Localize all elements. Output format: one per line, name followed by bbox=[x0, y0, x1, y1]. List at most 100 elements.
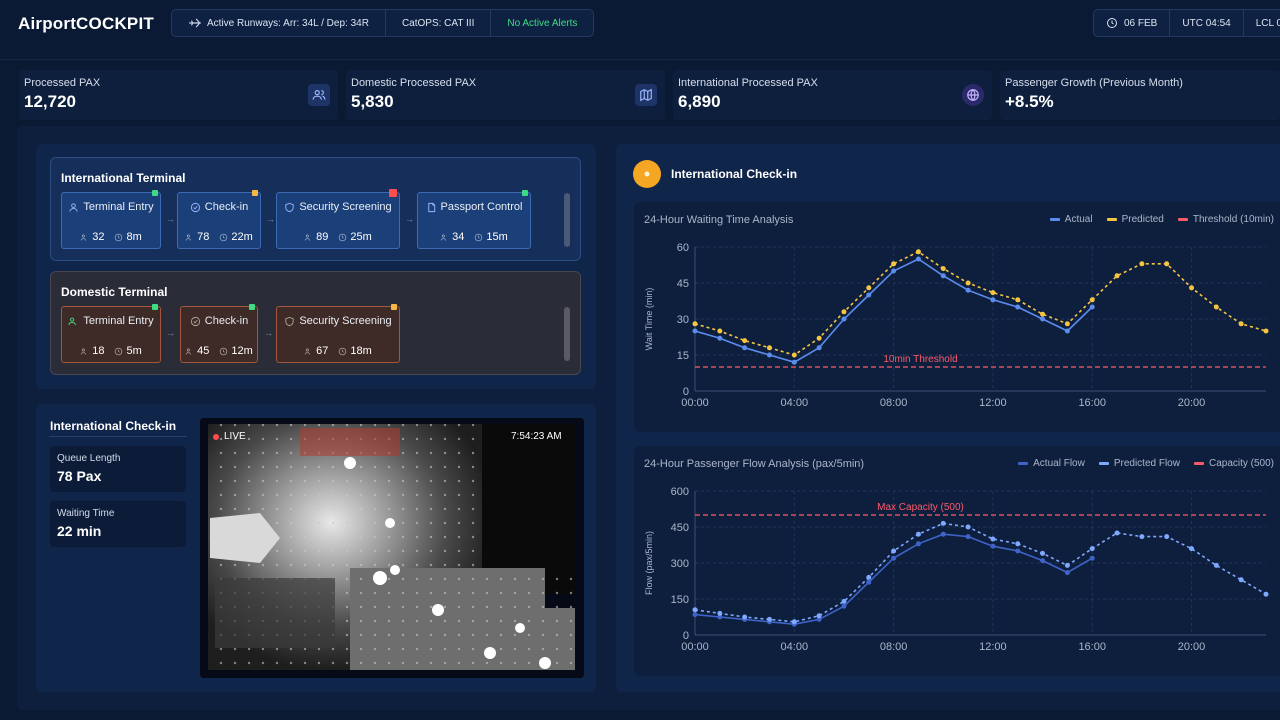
chart-title: 24-Hour Waiting Time Analysis bbox=[644, 214, 794, 226]
data-point[interactable] bbox=[816, 345, 822, 351]
data-point[interactable] bbox=[1213, 304, 1219, 310]
data-point[interactable] bbox=[1238, 321, 1244, 327]
data-point[interactable] bbox=[692, 607, 698, 613]
legend-item-actual-flow[interactable]: Actual Flow bbox=[1018, 458, 1085, 469]
data-point[interactable] bbox=[915, 249, 921, 255]
data-point[interactable] bbox=[742, 345, 748, 351]
data-point[interactable] bbox=[1089, 546, 1095, 552]
data-point[interactable] bbox=[1089, 555, 1095, 561]
wait-time-chart[interactable]: 01530456000:00 04:00 08:00 12:00 16:00 20:00W… bbox=[634, 202, 1280, 432]
data-point[interactable] bbox=[816, 335, 822, 341]
data-point[interactable] bbox=[692, 321, 698, 327]
data-point[interactable] bbox=[1139, 261, 1145, 267]
data-point[interactable] bbox=[965, 534, 971, 540]
data-point[interactable] bbox=[915, 531, 921, 537]
top-header: AirportCOCKPIT Active Runways: Arr: 34L … bbox=[0, 0, 1280, 60]
data-point[interactable] bbox=[766, 616, 772, 622]
data-point[interactable] bbox=[692, 328, 698, 334]
catops-status[interactable]: CatOPS: CAT III bbox=[386, 10, 492, 36]
data-point[interactable] bbox=[766, 345, 772, 351]
data-point[interactable] bbox=[891, 261, 897, 267]
data-point[interactable] bbox=[717, 328, 723, 334]
data-point[interactable] bbox=[1238, 577, 1244, 583]
data-point[interactable] bbox=[990, 290, 996, 296]
data-point[interactable] bbox=[1263, 591, 1269, 597]
runway-status[interactable]: Active Runways: Arr: 34L / Dep: 34R bbox=[172, 10, 386, 36]
alerts-status[interactable]: No Active Alerts bbox=[491, 10, 593, 36]
data-point[interactable] bbox=[841, 598, 847, 604]
data-point[interactable] bbox=[1139, 534, 1145, 540]
data-point[interactable] bbox=[990, 297, 996, 303]
data-point[interactable] bbox=[1189, 546, 1195, 552]
data-point[interactable] bbox=[891, 555, 897, 561]
data-point[interactable] bbox=[841, 603, 847, 609]
data-point[interactable] bbox=[717, 335, 723, 341]
data-point[interactable] bbox=[1164, 261, 1170, 267]
legend-item-predicted-flow[interactable]: Predicted Flow bbox=[1098, 458, 1180, 469]
data-point[interactable] bbox=[1263, 328, 1269, 334]
data-point[interactable] bbox=[965, 524, 971, 530]
data-point[interactable] bbox=[940, 531, 946, 537]
data-point[interactable] bbox=[1089, 297, 1095, 303]
data-point[interactable] bbox=[1064, 562, 1070, 568]
data-point[interactable] bbox=[1164, 534, 1170, 540]
data-point[interactable] bbox=[1015, 548, 1021, 554]
data-point[interactable] bbox=[1015, 297, 1021, 303]
data-point[interactable] bbox=[717, 610, 723, 616]
scrollbar[interactable] bbox=[564, 193, 570, 247]
data-point[interactable] bbox=[965, 280, 971, 286]
data-point[interactable] bbox=[692, 612, 698, 618]
data-point[interactable] bbox=[742, 338, 748, 344]
stage-security-screening[interactable]: Security Screening 67 18m bbox=[276, 304, 400, 363]
data-point[interactable] bbox=[940, 273, 946, 279]
stage-terminal-entry[interactable]: Terminal Entry 18 5m bbox=[61, 304, 161, 363]
data-point[interactable] bbox=[940, 520, 946, 526]
camera-feed[interactable] bbox=[200, 418, 584, 678]
data-point[interactable] bbox=[866, 285, 872, 291]
data-point[interactable] bbox=[791, 359, 797, 365]
data-point[interactable] bbox=[1015, 304, 1021, 310]
data-point[interactable] bbox=[891, 268, 897, 274]
legend-item-actual[interactable]: Actual bbox=[1049, 214, 1093, 225]
data-point[interactable] bbox=[1064, 321, 1070, 327]
legend-item-threshold[interactable]: Threshold (10min) bbox=[1177, 214, 1274, 225]
data-point[interactable] bbox=[816, 613, 822, 619]
data-point[interactable] bbox=[1040, 550, 1046, 556]
data-point[interactable] bbox=[1015, 541, 1021, 547]
stage-check-in[interactable]: Check-in 78 22m bbox=[177, 190, 261, 249]
data-point[interactable] bbox=[1114, 530, 1120, 536]
data-point[interactable] bbox=[791, 619, 797, 625]
data-point[interactable] bbox=[965, 287, 971, 293]
scrollbar[interactable] bbox=[564, 307, 570, 361]
data-point[interactable] bbox=[841, 309, 847, 315]
data-point[interactable] bbox=[1189, 285, 1195, 291]
data-point[interactable] bbox=[915, 541, 921, 547]
data-point[interactable] bbox=[1040, 558, 1046, 564]
data-point[interactable] bbox=[866, 579, 872, 585]
data-point[interactable] bbox=[866, 574, 872, 580]
legend-item-predicted[interactable]: Predicted bbox=[1106, 214, 1164, 225]
stage-security-screening[interactable]: Security Screening 89 25m bbox=[276, 189, 400, 249]
data-point[interactable] bbox=[891, 548, 897, 554]
data-point[interactable] bbox=[1064, 328, 1070, 334]
data-point[interactable] bbox=[1114, 273, 1120, 279]
data-point[interactable] bbox=[766, 352, 772, 358]
data-point[interactable] bbox=[1064, 570, 1070, 576]
stage-check-in[interactable]: Check-in 45 12m bbox=[180, 304, 258, 363]
data-point[interactable] bbox=[915, 256, 921, 262]
data-point[interactable] bbox=[841, 316, 847, 322]
stage-passport-control[interactable]: Passport Control 34 15m bbox=[417, 190, 531, 249]
data-point[interactable] bbox=[990, 543, 996, 549]
data-point[interactable] bbox=[866, 292, 872, 298]
data-point[interactable] bbox=[742, 614, 748, 620]
data-point[interactable] bbox=[1089, 304, 1095, 310]
legend-item-capacity[interactable]: Capacity (500) bbox=[1193, 458, 1274, 469]
data-point[interactable] bbox=[1040, 311, 1046, 317]
data-point[interactable] bbox=[1040, 316, 1046, 322]
data-point[interactable] bbox=[990, 536, 996, 542]
data-point[interactable] bbox=[1213, 562, 1219, 568]
data-point[interactable] bbox=[791, 352, 797, 358]
data-point[interactable] bbox=[940, 266, 946, 272]
passenger-flow-chart[interactable]: 015030045060000:00 04:00 08:00 12:00 16:00 20… bbox=[634, 446, 1280, 676]
stage-terminal-entry[interactable]: Terminal Entry 32 8m bbox=[61, 190, 161, 249]
